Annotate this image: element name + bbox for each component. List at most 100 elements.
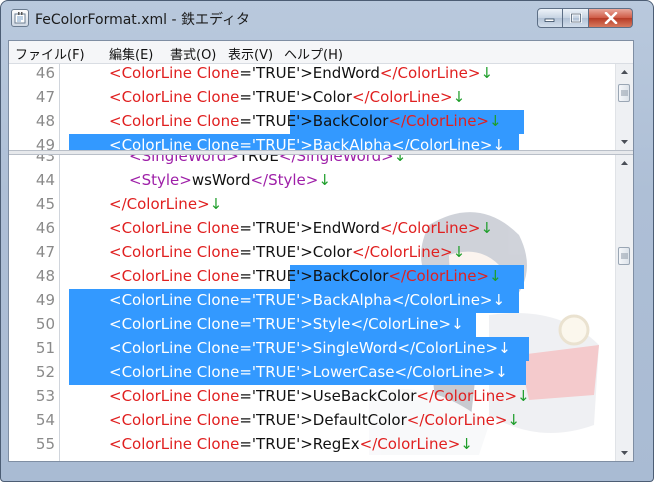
equals: =: [239, 243, 252, 261]
tag-bracket: >: [381, 155, 394, 165]
equals: =: [239, 136, 252, 150]
attr-value: 'TRUE': [251, 411, 301, 429]
tag-bracket: >: [305, 171, 319, 189]
eol-mark: ↓: [318, 171, 331, 189]
close-tag: </ColorLine>: [350, 315, 452, 333]
tag-bracket: >: [300, 267, 313, 285]
code-line[interactable]: 55 <ColorLine Clone='TRUE'>RegEx</ColorLi…: [9, 433, 615, 457]
line-number: 52: [35, 363, 55, 381]
close-tag: </ColorLine>: [359, 435, 461, 453]
attr-name: Clone: [196, 112, 240, 130]
close-tag: </ColorLine>: [416, 387, 518, 405]
code-line[interactable]: 54 <ColorLine Clone='TRUE'>DefaultColor</…: [9, 409, 615, 433]
attr-value: 'TRUE': [251, 219, 301, 237]
code-line[interactable]: 43 <SingleWord>TRUE</SingleWord>↓: [9, 155, 615, 169]
code-line[interactable]: 49 <ColorLine Clone='TRUE'>BackAlpha</Col…: [9, 289, 615, 313]
eol-mark: ↓: [489, 267, 502, 285]
editor-window: FeColorFormat.xml - 鉄エディタ ファイル(F) 編集(E) …: [0, 0, 654, 482]
code-text: <ColorLine Clone='TRUE'>BackColor</Color…: [109, 112, 502, 130]
code-line[interactable]: 53 <ColorLine Clone='TRUE'>UseBackColor</…: [9, 385, 615, 409]
equals: =: [239, 219, 252, 237]
eol-mark: ↓: [489, 112, 502, 130]
attr-name: Clone: [196, 387, 240, 405]
editor-pane-bottom[interactable]: 43 <SingleWord>TRUE</SingleWord>↓ 44 <Style…: [9, 155, 633, 461]
title-bar[interactable]: FeColorFormat.xml - 鉄エディタ: [1, 1, 653, 35]
open-tag: <ColorLine: [109, 387, 192, 405]
attr-name: Clone: [196, 88, 240, 106]
tag-name: ColorLine: [126, 195, 198, 213]
code-text: <Style>wsWord</Style>↓: [129, 171, 331, 189]
tag-content: UseBackColor: [312, 387, 417, 405]
open-tag: <ColorLine: [109, 88, 192, 106]
code-text: <ColorLine Clone='TRUE'>BackAlpha</Color…: [109, 136, 505, 150]
tag-bracket: >: [300, 315, 313, 333]
scroll-thumb[interactable]: [618, 247, 630, 265]
menu-help[interactable]: ヘルプ(H): [284, 44, 343, 63]
tag-bracket: >: [300, 363, 313, 381]
code-line[interactable]: 51 <ColorLine Clone='TRUE'>SingleWord</Co…: [9, 337, 615, 361]
attr-value: 'TRUE': [251, 339, 301, 357]
eol-mark: ↓: [452, 88, 466, 106]
attr-value: 'TRUE': [251, 267, 301, 285]
close-tag: </ColorLine>: [391, 136, 493, 150]
open-tag: <ColorLine: [109, 291, 192, 309]
scroll-down-icon[interactable]: [616, 133, 633, 150]
tag-content: BackAlpha: [312, 291, 392, 309]
tag-name: Style: [268, 171, 306, 189]
open-tag: <ColorLine: [109, 411, 192, 429]
attr-value: 'TRUE': [251, 64, 301, 82]
menu-edit[interactable]: 編集(E): [109, 44, 153, 63]
code-line[interactable]: 48 <ColorLine Clone='TRUE'>BackColor</Col…: [9, 110, 615, 134]
code-text: <ColorLine Clone='TRUE'>RegEx</ColorLine…: [109, 435, 473, 453]
code-line[interactable]: 47 <ColorLine Clone='TRUE'>Color</ColorLi…: [9, 241, 615, 265]
line-number: 47: [35, 243, 55, 261]
code-line[interactable]: 47 <ColorLine Clone='TRUE'>Color</ColorLi…: [9, 86, 615, 110]
close-button[interactable]: [589, 8, 633, 28]
menu-file[interactable]: ファイル(F): [15, 44, 85, 63]
minimize-button[interactable]: [537, 8, 563, 28]
eol-mark: ↓: [209, 195, 223, 213]
code-line[interactable]: 46 <ColorLine Clone='TRUE'>EndWord</Color…: [9, 64, 615, 86]
attr-name: Clone: [196, 411, 240, 429]
tag-content: Style: [312, 315, 351, 333]
close-tag: </ColorLine>: [379, 219, 481, 237]
line-number: 51: [35, 339, 55, 357]
menu-format[interactable]: 書式(O): [170, 44, 216, 63]
editor-pane-top[interactable]: 46 <ColorLine Clone='TRUE'>EndWord</Color…: [9, 64, 633, 150]
eol-mark: ↓: [507, 411, 520, 429]
attr-value: 'TRUE': [251, 136, 301, 150]
code-line[interactable]: 44 <Style>wsWord</Style>↓: [9, 169, 615, 193]
close-tag: </ColorLine>: [351, 88, 453, 106]
scroll-down-icon[interactable]: [616, 444, 633, 461]
code-line[interactable]: 46 <ColorLine Clone='TRUE'>EndWord</Color…: [9, 217, 615, 241]
line-number: 48: [35, 267, 55, 285]
code-line[interactable]: 48 <ColorLine Clone='TRUE'>BackColor</Col…: [9, 265, 615, 289]
vertical-scrollbar-top[interactable]: [615, 64, 633, 150]
tag-bracket: </: [250, 171, 269, 189]
notepad-icon: [11, 9, 29, 27]
code-line[interactable]: 45 </ColorLine>↓: [9, 193, 615, 217]
code-line[interactable]: 49 <ColorLine Clone='TRUE'>BackAlpha</Col…: [9, 134, 615, 150]
tag-content: SingleWord: [312, 339, 398, 357]
attr-value: 'TRUE': [251, 112, 301, 130]
code-text: <ColorLine Clone='TRUE'>Style</ColorLine…: [109, 315, 464, 333]
eol-mark: ↓: [480, 219, 494, 237]
code-text: <ColorLine Clone='TRUE'>LowerCase</Color…: [109, 363, 508, 381]
code-text: <ColorLine Clone='TRUE'>SingleWord</Colo…: [109, 339, 511, 357]
line-number: 53: [35, 387, 55, 405]
code-line[interactable]: 50 <ColorLine Clone='TRUE'>Style</ColorLi…: [9, 313, 615, 337]
tag-bracket: >: [300, 243, 313, 261]
open-tag: <ColorLine: [109, 136, 192, 150]
open-tag: <ColorLine: [109, 315, 192, 333]
scroll-up-icon[interactable]: [616, 64, 633, 81]
scroll-thumb[interactable]: [618, 84, 630, 102]
menu-view[interactable]: 表示(V): [228, 44, 273, 63]
line-number: 49: [35, 291, 55, 309]
minimize-icon: [544, 18, 555, 22]
vertical-scrollbar-bottom[interactable]: [615, 155, 633, 461]
maximize-button[interactable]: [563, 8, 589, 28]
open-tag: <ColorLine: [109, 267, 192, 285]
scroll-up-icon[interactable]: [616, 155, 633, 172]
attr-name: Clone: [196, 267, 240, 285]
code-line[interactable]: 52 <ColorLine Clone='TRUE'>LowerCase</Col…: [9, 361, 615, 385]
